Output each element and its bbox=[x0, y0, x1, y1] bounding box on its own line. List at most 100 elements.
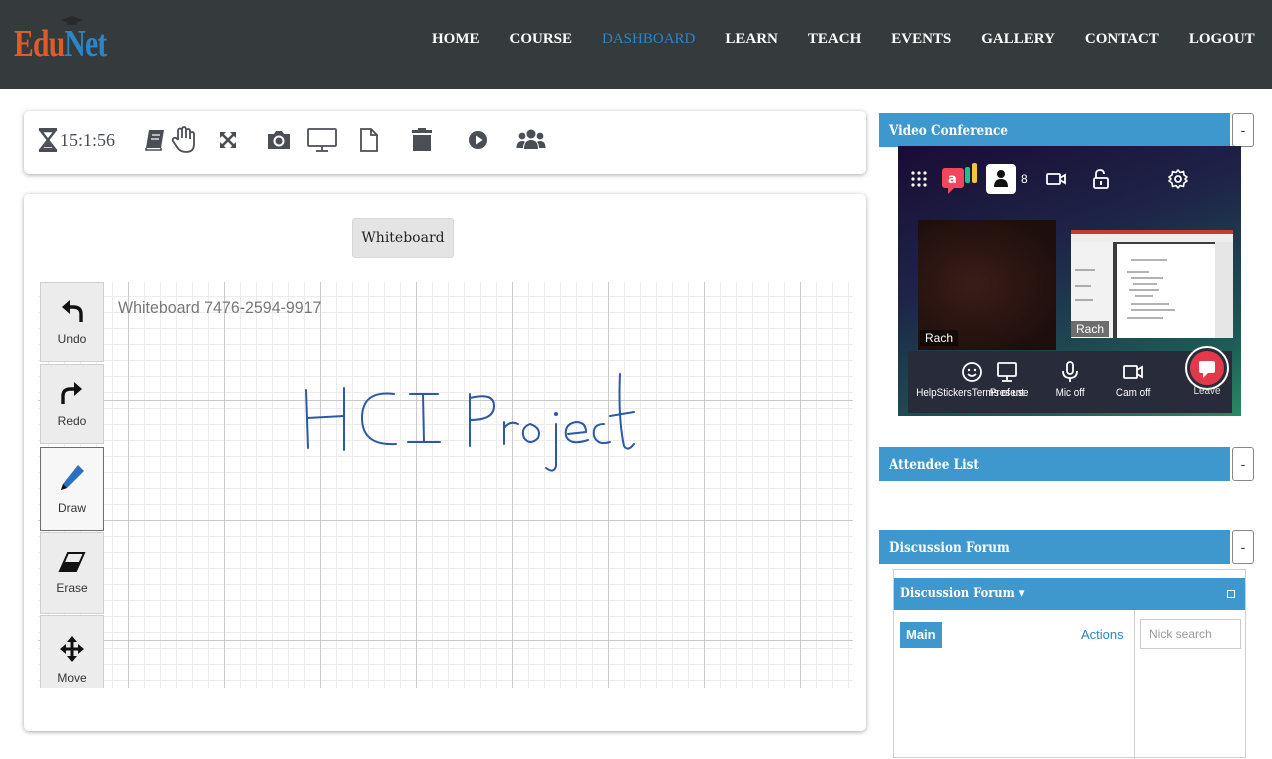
nav-teach[interactable]: TEACH bbox=[808, 31, 861, 48]
attendee-list-header[interactable]: Attendee List bbox=[879, 447, 1230, 481]
smiley-icon bbox=[962, 362, 983, 382]
main-channel-tab[interactable]: Main bbox=[900, 622, 942, 648]
users-icon bbox=[516, 129, 546, 149]
maximize-icon[interactable] bbox=[1227, 590, 1235, 598]
whereby-logo-icon: a bbox=[942, 163, 977, 194]
timer-text: 15:1:56 bbox=[60, 129, 116, 150]
mic-label: Mic off bbox=[1055, 387, 1085, 399]
draw-label: Draw bbox=[57, 501, 86, 515]
play-button[interactable] bbox=[468, 125, 488, 155]
participant-count-button[interactable]: 8 bbox=[986, 164, 1028, 194]
nav-learn[interactable]: LEARN bbox=[725, 31, 778, 48]
screen-share-button[interactable] bbox=[306, 125, 338, 155]
undo-icon bbox=[62, 300, 83, 322]
whiteboard-card: Whiteboard Whiteboard 7476-2594-9917 Und… bbox=[24, 194, 866, 731]
mic-toggle-button[interactable]: Mic off bbox=[1054, 361, 1086, 399]
video-conference-frame: a 8 Rach Rach HelpStickersTerms of use P… bbox=[898, 146, 1241, 416]
leave-label: Leave bbox=[1193, 385, 1221, 397]
attendee-list-collapse-button[interactable]: - bbox=[1232, 447, 1254, 481]
apps-grid-icon bbox=[911, 171, 927, 187]
undo-label: Undo bbox=[57, 332, 87, 346]
video-conference-collapse-button[interactable]: - bbox=[1232, 113, 1254, 147]
lock-room-button[interactable] bbox=[1092, 164, 1110, 194]
eraser-icon bbox=[58, 552, 86, 572]
raise-hand-button[interactable] bbox=[170, 125, 198, 155]
undo-button[interactable]: Undo bbox=[40, 282, 104, 362]
new-file-button[interactable] bbox=[358, 125, 380, 155]
person-icon bbox=[986, 164, 1016, 194]
participant-tile-rach[interactable]: Rach bbox=[918, 220, 1056, 350]
book-icon bbox=[145, 130, 164, 151]
hourglass-icon bbox=[38, 128, 58, 152]
edunet-logo[interactable]: EduNet bbox=[14, 22, 107, 66]
apps-button[interactable] bbox=[910, 164, 928, 194]
whiteboard-tools: Undo Redo Draw Erase Move bbox=[40, 282, 106, 688]
pencil-icon bbox=[61, 465, 84, 490]
whiteboard-button[interactable]: Whiteboard bbox=[352, 218, 454, 258]
whiteboard-id: Whiteboard 7476-2594-9917 bbox=[118, 298, 322, 317]
move-label: Move bbox=[57, 671, 87, 685]
fullscreen-button[interactable] bbox=[218, 125, 238, 155]
session-timer: 15:1:56 bbox=[38, 125, 115, 155]
main-nav: HOME COURSE DASHBOARD LEARN TEACH EVENTS… bbox=[432, 31, 1272, 48]
cam-toggle-button[interactable]: Cam off bbox=[1114, 361, 1152, 399]
cam-label: Cam off bbox=[1115, 387, 1151, 399]
monitor-icon bbox=[307, 128, 337, 152]
participant-name: Rach bbox=[1071, 321, 1110, 337]
nav-gallery[interactable]: GALLERY bbox=[981, 31, 1055, 48]
move-icon bbox=[60, 636, 84, 662]
erase-button[interactable]: Erase bbox=[40, 532, 104, 614]
participants-button[interactable] bbox=[516, 125, 546, 155]
delete-button[interactable] bbox=[410, 125, 434, 155]
session-toolbar: 15:1:56 bbox=[24, 111, 866, 174]
leave-button[interactable]: Leave bbox=[1184, 345, 1230, 397]
nav-contact[interactable]: CONTACT bbox=[1085, 31, 1159, 48]
whiteboard-canvas[interactable]: Whiteboard 7476-2594-9917 Undo Redo Draw… bbox=[38, 282, 853, 688]
settings-button[interactable] bbox=[1168, 164, 1188, 194]
unlock-icon bbox=[1093, 169, 1109, 189]
hand-icon bbox=[171, 126, 195, 153]
draw-button[interactable]: Draw bbox=[40, 447, 104, 531]
nav-course[interactable]: COURSE bbox=[510, 31, 573, 48]
gear-icon bbox=[1168, 169, 1188, 189]
meeting-app-logo: a bbox=[940, 163, 980, 194]
forum-divider bbox=[1134, 610, 1135, 759]
cam-icon bbox=[1123, 365, 1144, 379]
participant-name: Rach bbox=[920, 330, 959, 346]
present-label: Present bbox=[989, 387, 1025, 399]
logo-net-text: Net bbox=[64, 23, 107, 65]
trash-icon bbox=[412, 128, 432, 151]
nick-search-input[interactable]: Nick search bbox=[1140, 619, 1241, 649]
top-navbar: EduNet HOME COURSE DASHBOARD LEARN TEACH… bbox=[0, 0, 1272, 89]
nav-dashboard[interactable]: DASHBOARD bbox=[602, 31, 695, 48]
discussion-forum-header[interactable]: Discussion Forum bbox=[879, 530, 1230, 564]
discussion-forum-widget: Discussion Forum ▾ Main Actions Nick sea… bbox=[893, 569, 1246, 759]
video-conference-title: Video Conference bbox=[889, 123, 1008, 139]
snapshot-button[interactable] bbox=[266, 125, 292, 155]
erase-label: Erase bbox=[56, 581, 88, 595]
redo-button[interactable]: Redo bbox=[40, 364, 104, 444]
play-icon bbox=[469, 131, 487, 149]
meeting-controls: HelpStickersTerms of use Present Mic off… bbox=[908, 346, 1232, 413]
discussion-forum-bar[interactable]: Discussion Forum ▾ bbox=[894, 578, 1245, 610]
nav-events[interactable]: EVENTS bbox=[891, 31, 951, 48]
participant-tile-rach-screen[interactable]: Rach bbox=[1071, 230, 1233, 338]
redo-label: Redo bbox=[57, 414, 87, 428]
present-button[interactable]: Present bbox=[988, 361, 1026, 399]
nav-logout[interactable]: LOGOUT bbox=[1189, 31, 1255, 48]
participant-count: 8 bbox=[1021, 172, 1028, 186]
discussion-forum-dropdown[interactable]: Discussion Forum ▾ bbox=[900, 586, 1024, 601]
actions-link[interactable]: Actions bbox=[1081, 627, 1124, 642]
expand-icon bbox=[220, 132, 236, 148]
move-button[interactable]: Move bbox=[40, 615, 104, 688]
camera-toggle-top[interactable] bbox=[1046, 164, 1066, 194]
book-button[interactable] bbox=[144, 125, 166, 155]
video-conference-header[interactable]: Video Conference bbox=[879, 113, 1230, 147]
discussion-forum-collapse-button[interactable]: - bbox=[1232, 530, 1254, 564]
attendee-list-title: Attendee List bbox=[889, 457, 979, 473]
redo-icon bbox=[61, 382, 82, 404]
camera-icon bbox=[268, 131, 290, 149]
graduation-cap-icon bbox=[61, 16, 83, 25]
nav-home[interactable]: HOME bbox=[432, 31, 480, 48]
file-icon bbox=[360, 128, 378, 152]
